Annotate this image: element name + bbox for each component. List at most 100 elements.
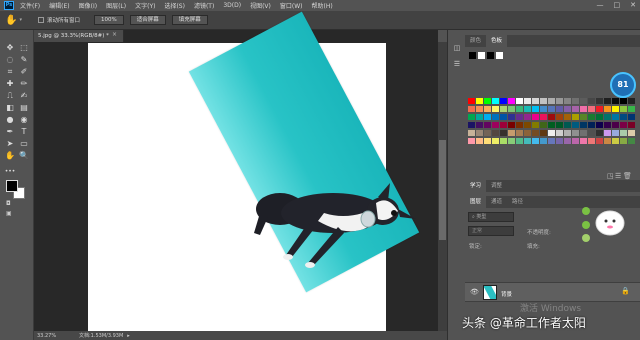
menu-window[interactable]: 窗口(W) <box>280 1 303 10</box>
swatch-cell[interactable] <box>500 122 507 128</box>
blur-tool-icon[interactable]: ● <box>3 114 17 126</box>
status-arrow-icon[interactable]: ▸ <box>127 333 130 339</box>
swatch-cell[interactable] <box>516 98 523 104</box>
swatch-cell[interactable] <box>604 138 611 144</box>
swatch-cell[interactable] <box>540 106 547 112</box>
swatch-cell[interactable] <box>612 138 619 144</box>
doc-size-readout[interactable]: 文档:1.53M/3.93M <box>79 332 123 339</box>
tab-paths[interactable]: 路径 <box>507 196 528 208</box>
swatch-cell[interactable] <box>468 130 475 136</box>
quick-select-tool-icon[interactable]: ✎ <box>17 54 31 66</box>
swatch-cell[interactable] <box>588 138 595 144</box>
tool-preset-chevron-icon[interactable]: ▾ <box>19 17 22 23</box>
swatch-cell[interactable] <box>524 114 531 120</box>
swatch-cell[interactable] <box>612 114 619 120</box>
swatch-cell[interactable] <box>564 98 571 104</box>
artboard-tool-icon[interactable]: ⬚ <box>17 42 31 54</box>
swatch-cell[interactable] <box>500 98 507 104</box>
ps-logo-icon[interactable]: Ps <box>4 1 14 10</box>
swatch-cell[interactable] <box>596 122 603 128</box>
swatch-cell[interactable] <box>564 114 571 120</box>
swatch-cell[interactable] <box>468 106 475 112</box>
swatch-cell[interactable] <box>604 114 611 120</box>
pen-tool-icon[interactable]: ✒ <box>3 126 17 138</box>
swatch-cell[interactable] <box>484 130 491 136</box>
swatch-cell[interactable] <box>492 98 499 104</box>
swatch-cell[interactable] <box>604 122 611 128</box>
tab-color[interactable]: 颜色 <box>465 35 486 47</box>
swatch-cell[interactable] <box>588 114 595 120</box>
swatch-cell[interactable] <box>532 106 539 112</box>
menu-type[interactable]: 文字(Y) <box>135 1 155 10</box>
properties-panel-icon[interactable]: ☰ <box>452 60 462 70</box>
foreground-color-swatch[interactable] <box>6 180 18 192</box>
swatch-cell[interactable] <box>492 130 499 136</box>
swatch-cell[interactable] <box>468 114 475 120</box>
swatch-cell[interactable] <box>484 138 491 144</box>
swatch-cell[interactable] <box>620 114 627 120</box>
close-button[interactable]: ✕ <box>630 1 636 9</box>
swatch-cell[interactable] <box>596 114 603 120</box>
swatch-cell[interactable] <box>484 98 491 104</box>
swatch-cell[interactable] <box>580 114 587 120</box>
swatch-cell[interactable] <box>556 138 563 144</box>
swatch-cell[interactable] <box>588 122 595 128</box>
more-tools-icon[interactable]: ••• <box>3 166 17 178</box>
swatch-cell[interactable] <box>548 138 555 144</box>
swatch-cell[interactable] <box>540 138 547 144</box>
new-swatch-icon[interactable]: ◳ <box>607 172 614 180</box>
swatch-cell[interactable] <box>532 122 539 128</box>
menu-filter[interactable]: 滤镜(T) <box>194 1 214 10</box>
zoom-tool-icon[interactable]: 🔍 <box>17 150 31 162</box>
swatch-cell[interactable] <box>516 114 523 120</box>
swatch-cell[interactable] <box>492 138 499 144</box>
swatch-cell[interactable] <box>540 130 547 136</box>
swatch-cell[interactable] <box>596 130 603 136</box>
swatch-cell[interactable] <box>620 122 627 128</box>
swatch-cell[interactable] <box>604 106 611 112</box>
swatch-cell[interactable] <box>524 98 531 104</box>
layer-kind-filter[interactable]: ⌕ 类型 <box>468 212 514 222</box>
swatch-cell[interactable] <box>556 122 563 128</box>
menu-3d[interactable]: 3D(D) <box>223 2 241 9</box>
fit-screen-button[interactable]: 适合屏幕 <box>129 15 166 25</box>
menu-layer[interactable]: 图层(L) <box>106 1 126 10</box>
lasso-tool-icon[interactable]: ◌ <box>3 54 17 66</box>
swatch-cell[interactable] <box>508 130 515 136</box>
fill-screen-button[interactable]: 填充屏幕 <box>171 15 208 25</box>
layer-row[interactable]: 👁 背景 🔒 <box>465 282 640 302</box>
swatch-cell[interactable] <box>516 106 523 112</box>
quick-mask-icon[interactable]: ◘ <box>6 200 11 207</box>
menu-view[interactable]: 视图(V) <box>250 1 271 10</box>
document-tab[interactable]: 5.jpg @ 33.3%(RGB/8#) * <box>34 30 124 42</box>
type-tool-icon[interactable]: T <box>17 126 31 138</box>
menu-image[interactable]: 图像(I) <box>79 1 97 10</box>
tab-adjustments[interactable]: 调整 <box>486 180 507 192</box>
swatch-cell[interactable] <box>596 138 603 144</box>
history-panel-icon[interactable]: ◫ <box>452 44 462 54</box>
swatch-cell[interactable] <box>476 130 483 136</box>
swatch-cell[interactable] <box>548 130 555 136</box>
swatch-cell[interactable] <box>612 98 619 104</box>
swatch-cell[interactable] <box>628 122 635 128</box>
swatch-cell[interactable] <box>484 122 491 128</box>
panel-menu-icon[interactable]: ☰ <box>615 172 621 180</box>
swatch-cell[interactable] <box>540 98 547 104</box>
swatch-cell[interactable] <box>564 130 571 136</box>
recent-swatch-black-2[interactable] <box>487 52 494 59</box>
eraser-tool-icon[interactable]: ◧ <box>3 102 17 114</box>
swatch-cell[interactable] <box>500 106 507 112</box>
menu-help[interactable]: 帮助(H) <box>312 1 333 10</box>
zoom-readout[interactable]: 33.27% <box>37 333 77 339</box>
swatch-cell[interactable] <box>540 114 547 120</box>
swatch-cell[interactable] <box>508 98 515 104</box>
document-canvas[interactable] <box>88 11 420 334</box>
swatch-cell[interactable] <box>476 114 483 120</box>
swatch-cell[interactable] <box>524 106 531 112</box>
move-tool-icon[interactable]: ✥ <box>3 42 17 54</box>
swatch-cell[interactable] <box>476 106 483 112</box>
swatch-cell[interactable] <box>580 98 587 104</box>
swatch-cell[interactable] <box>468 98 475 104</box>
swatch-cell[interactable] <box>468 138 475 144</box>
swatch-cell[interactable] <box>500 114 507 120</box>
